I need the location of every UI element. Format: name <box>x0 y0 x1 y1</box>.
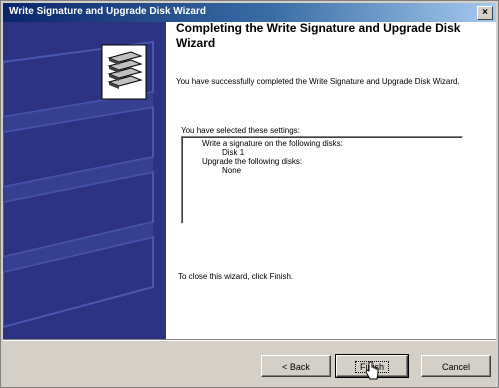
title-bar[interactable]: Write Signature and Upgrade Disk Wizard … <box>3 3 496 22</box>
wizard-window: Write Signature and Upgrade Disk Wizard … <box>0 0 499 388</box>
settings-line: Disk 1 <box>222 148 245 157</box>
settings-line: None <box>222 166 242 175</box>
disk-stack-icon <box>101 44 147 100</box>
page-title: Completing the Write Signature and Upgra… <box>176 21 461 50</box>
settings-label: You have selected these settings: <box>181 126 300 135</box>
close-icon[interactable]: × <box>477 6 493 20</box>
settings-summary-box[interactable]: Write a signature on the following disks… <box>181 136 463 224</box>
window-title: Write Signature and Upgrade Disk Wizard <box>9 6 206 17</box>
settings-line: Upgrade the following disks: <box>202 157 303 166</box>
back-button[interactable]: < Back <box>261 355 331 377</box>
success-message: You have successfully completed the Writ… <box>176 77 460 86</box>
cancel-button[interactable]: Cancel <box>421 355 491 377</box>
wizard-side-panel <box>3 22 166 339</box>
close-instruction: To close this wizard, click Finish. <box>178 272 294 281</box>
hand-pointer-icon <box>365 361 379 381</box>
button-separator <box>3 339 496 341</box>
settings-line: Write a signature on the following disks… <box>202 139 343 148</box>
